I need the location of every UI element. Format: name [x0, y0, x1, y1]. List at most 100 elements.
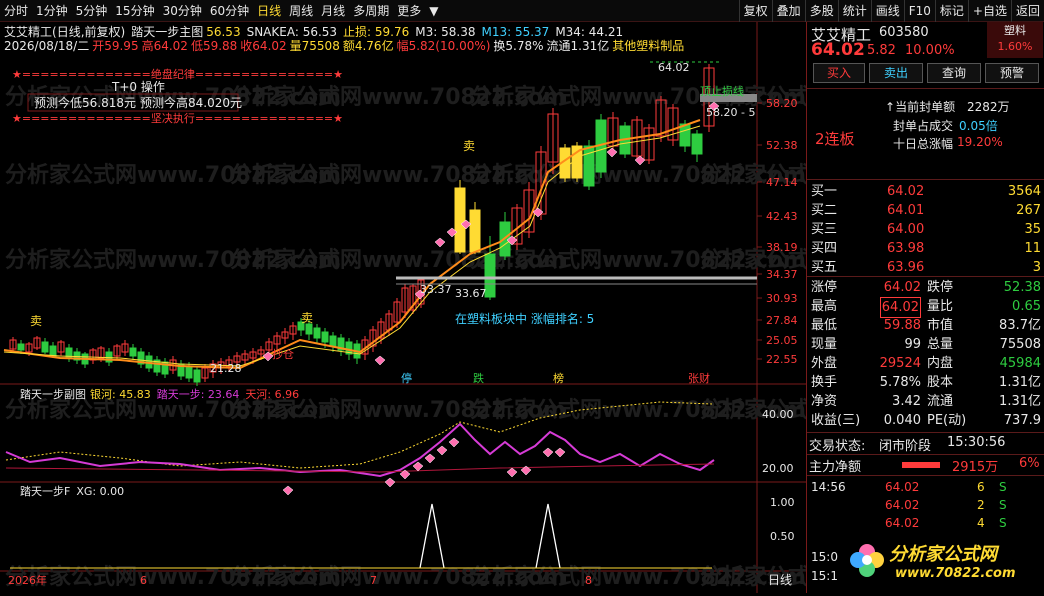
main-y-label: 52.38: [766, 139, 798, 152]
stat-row: 换手 5.78% 股本 1.31亿: [807, 373, 1044, 392]
bid-row[interactable]: 买五 63.96 3: [807, 258, 1044, 277]
tool-button-8[interactable]: 返回: [1010, 0, 1044, 22]
tool-button-1[interactable]: 叠加: [771, 0, 805, 22]
bid-price: 64.02: [887, 184, 925, 199]
bar-turnover: 换5.78%: [493, 39, 543, 53]
tool-button-5[interactable]: F10: [903, 0, 935, 22]
sector-badge-pct: 1.60%: [997, 40, 1033, 53]
candle-body: [484, 253, 496, 298]
sell-signal-2: 卖: [301, 311, 313, 325]
tick-price: 64.02: [885, 516, 920, 530]
lianban-badge: 2连板: [815, 130, 855, 148]
tool-button-4[interactable]: 画线: [870, 0, 904, 22]
stat-value: 0.040: [883, 413, 921, 428]
t0-label: T+0 操作: [111, 79, 165, 94]
sub1-y-label-40: 40.00: [762, 408, 794, 421]
main-flow-label: 主力净额: [809, 460, 862, 475]
period-tab-6[interactable]: 日线: [253, 0, 285, 22]
m34-value: M34: 44.21: [555, 25, 623, 39]
bid-volume: 267: [1016, 203, 1041, 218]
tool-button-0[interactable]: 复权: [738, 0, 772, 22]
stat-value-2: 52.38: [1003, 280, 1041, 295]
period-tab-7[interactable]: 周线: [285, 0, 317, 22]
stat-value: 29524: [879, 356, 921, 371]
buy-button[interactable]: 买入: [813, 63, 865, 83]
sector-badge[interactable]: 塑料 1.60%: [987, 22, 1043, 58]
stat-value: 59.88: [883, 318, 921, 333]
bid-price: 63.98: [887, 241, 925, 256]
period-tab-5[interactable]: 60分钟: [206, 0, 253, 22]
svg-text:踏天一步副图银河: 45.83踏天一步: 23.64天河:: 踏天一步副图 银河: 45.83 踏天一步: 23.64 天河: 6.96: [20, 387, 299, 401]
more-dropdown-icon[interactable]: ▼: [425, 0, 442, 22]
tick-volume: 4: [977, 516, 985, 530]
stat-value-2: 737.9: [1003, 413, 1041, 428]
period-tabs: 分时 1分钟 5分钟 15分钟 30分钟 60分钟 日线 周线 月线 多周期 更多 ▼: [0, 0, 442, 22]
tick-row: 14:56 64.02 6 S: [807, 478, 1044, 497]
period-tab-8[interactable]: 月线: [317, 0, 349, 22]
sell-button[interactable]: 卖出: [869, 63, 923, 83]
period-tab-4[interactable]: 30分钟: [159, 0, 206, 22]
m3-value: M3: 58.38: [415, 25, 475, 39]
bid-row[interactable]: 买二 64.01 267: [807, 201, 1044, 220]
period-tab-2[interactable]: 5分钟: [72, 0, 112, 22]
stat-label-2: 市值: [927, 318, 954, 333]
bid-price: 63.96: [887, 260, 925, 275]
bid-level: 买三: [811, 222, 838, 237]
divider: [807, 88, 1044, 89]
main-y-label: 34.37: [766, 268, 798, 281]
bottom-tag-rank: 榜: [553, 371, 564, 385]
divider: [807, 276, 1044, 277]
bid-level: 买二: [811, 203, 838, 218]
ten-day-label: 十日总涨幅: [893, 137, 954, 151]
chart-area[interactable]: 分析家公式网www.70822.com 分析家公式网www.70822.com 分析…: [0, 22, 1036, 593]
main-indicator-name: 踏天一步主图: [131, 25, 203, 39]
ma-label: 顶止损线: [700, 84, 744, 98]
divider: [807, 454, 1044, 455]
bar-amplitude: 幅5.82(10.00%): [397, 38, 491, 53]
period-tab-0[interactable]: 分时: [0, 0, 32, 22]
period-tab-9[interactable]: 多周期: [349, 0, 393, 22]
period-tab-1[interactable]: 1分钟: [32, 0, 72, 22]
stop-loss-value: 止损: 59.76: [343, 25, 409, 39]
candle-body: [17, 343, 25, 351]
bid-level: 买四: [811, 241, 838, 256]
main-y-label: 47.14: [766, 176, 798, 189]
stat-row: 最低 59.88 市值 83.7亿: [807, 316, 1044, 335]
sub1-y-label-20: 20.00: [762, 462, 794, 475]
candle-body: [469, 209, 481, 253]
bid-price: 64.00: [887, 222, 925, 237]
stat-row: 净资 3.42 流通 1.31亿: [807, 392, 1044, 411]
query-button[interactable]: 查询: [927, 63, 981, 83]
candle-body: [49, 345, 57, 357]
bid-row[interactable]: 买一 64.02 3564: [807, 182, 1044, 201]
bid-row[interactable]: 买三 64.00 35: [807, 220, 1044, 239]
bottom-tag-drop: 跌: [473, 371, 484, 385]
alert-button[interactable]: 预警: [985, 63, 1039, 83]
quote-price: 64.02: [811, 40, 865, 60]
trade-state-label: 交易状态:: [809, 439, 866, 454]
tick-time: 14:56: [811, 480, 846, 494]
tool-button-3[interactable]: 统计: [837, 0, 871, 22]
buy-tag: 抄仓: [272, 347, 294, 361]
stat-value-2: 75508: [999, 337, 1041, 352]
main-flow-pct: 6%: [1019, 456, 1040, 471]
bid-row[interactable]: 买四 63.98 11: [807, 239, 1044, 258]
tool-button-2[interactable]: 多股: [804, 0, 838, 22]
kline-chart[interactable]: 分析家公式网www.70822.com分析家公式网www.70822.com分析…: [0, 22, 1036, 593]
sell-signal-1: 卖: [30, 314, 42, 328]
svg-text:2026/08/18/二开59.95高64.02低59.88: 2026/08/18/二 开59.95 高64.02 低59.88 收64.02 量755…: [4, 38, 684, 53]
period-tab-10[interactable]: 更多: [393, 0, 425, 22]
stat-label-2: 跌停: [927, 280, 954, 295]
stat-label-2: 总量: [927, 337, 954, 352]
tool-button-6[interactable]: 标记: [934, 0, 968, 22]
period-tab-3[interactable]: 15分钟: [111, 0, 158, 22]
ma-value: 58.20 - 5: [706, 106, 755, 119]
xaxis-year: 2026年: [8, 573, 47, 587]
bottom-tag-cash: 张财: [688, 371, 710, 385]
tick-row: 64.02 4 S: [807, 514, 1044, 533]
stat-value-2: 0.65: [1012, 299, 1041, 314]
bar-high: 高64.02: [142, 38, 188, 53]
stat-value: 3.42: [892, 394, 921, 409]
tool-button-7[interactable]: +自选: [967, 0, 1011, 22]
quote-stock-code: 603580: [879, 25, 929, 40]
